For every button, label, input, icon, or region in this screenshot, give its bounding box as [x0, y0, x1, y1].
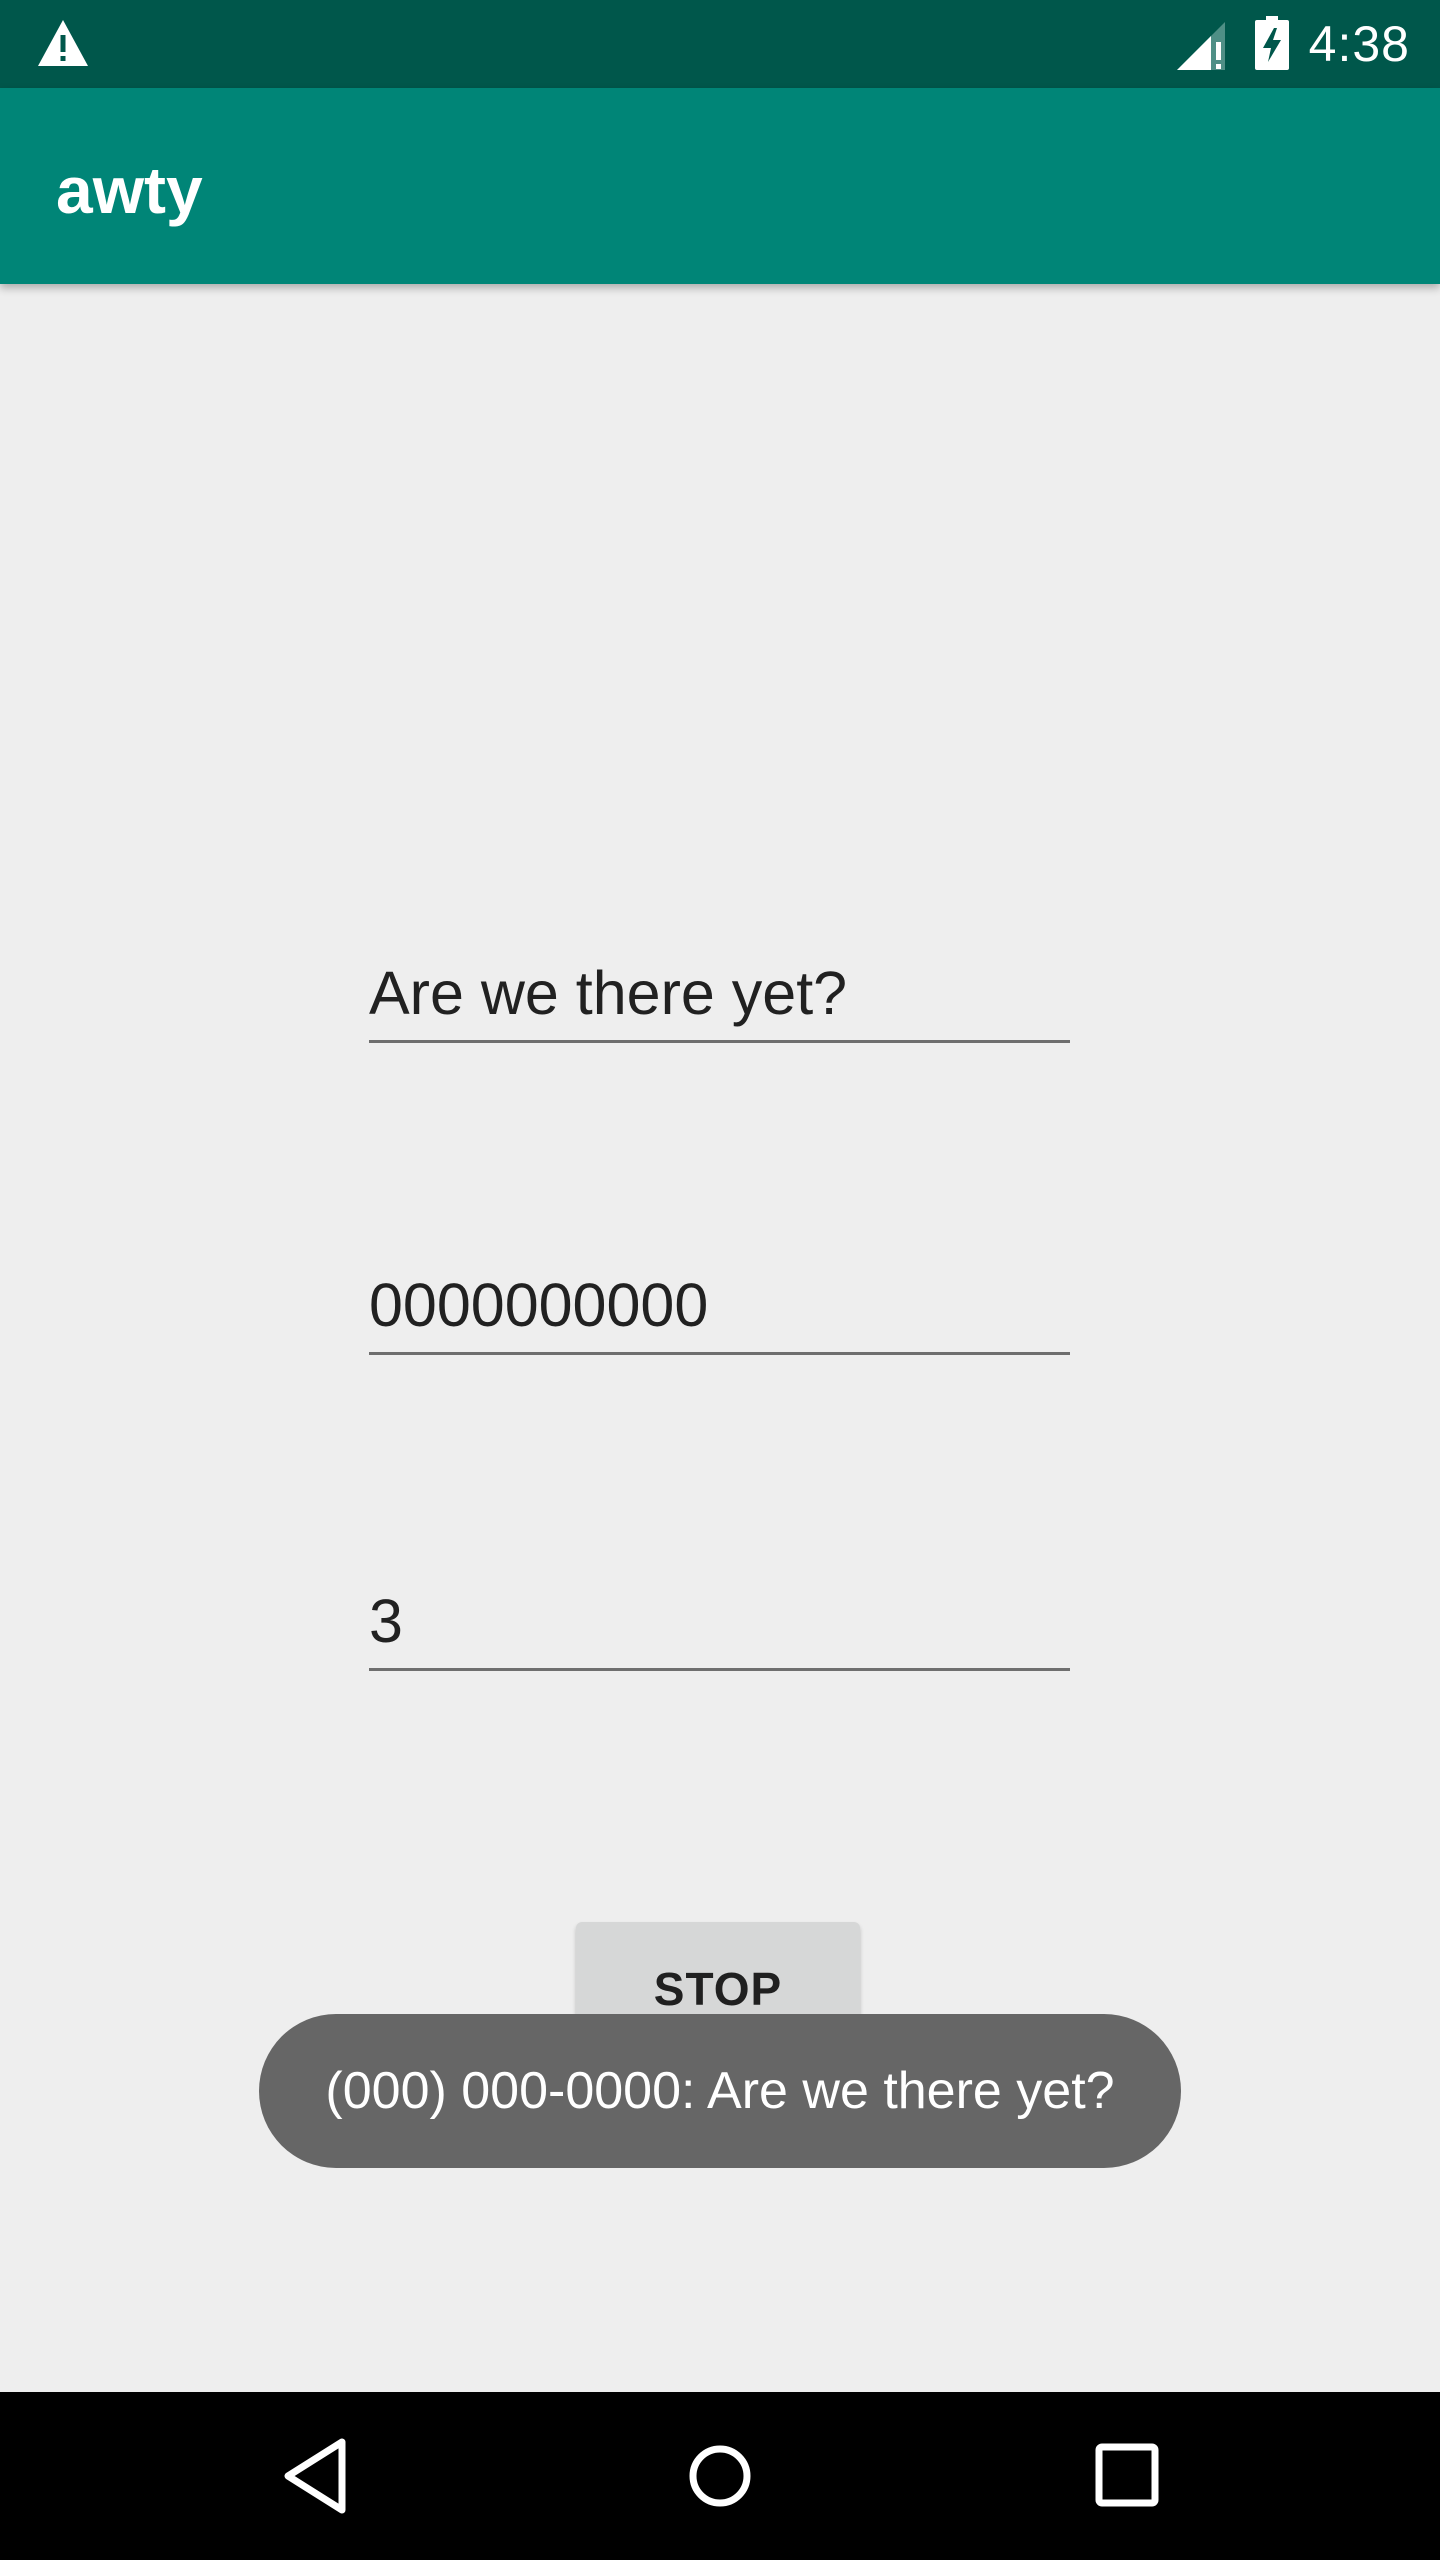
- status-bar: 4:38: [0, 0, 1440, 88]
- message-field[interactable]: Are we there yet?: [369, 958, 1070, 1043]
- battery-charging-icon: [1255, 16, 1289, 70]
- status-time: 4:38: [1308, 16, 1410, 72]
- home-icon[interactable]: [688, 2436, 752, 2516]
- navigation-bar: [0, 2392, 1440, 2560]
- toast-message: (000) 000-0000: Are we there yet?: [259, 2014, 1181, 2168]
- app-title: awty: [56, 153, 203, 227]
- app-bar: awty: [0, 88, 1440, 284]
- phone-field[interactable]: 0000000000: [369, 1270, 1070, 1355]
- minutes-field[interactable]: 3: [369, 1586, 1070, 1671]
- back-icon[interactable]: [280, 2436, 350, 2516]
- app-screen: 4:38 awty Are we there yet? 0000000000 3…: [0, 0, 1440, 2560]
- recents-icon[interactable]: [1094, 2442, 1160, 2508]
- warning-icon: [38, 20, 88, 66]
- signal-icon: [1177, 22, 1225, 70]
